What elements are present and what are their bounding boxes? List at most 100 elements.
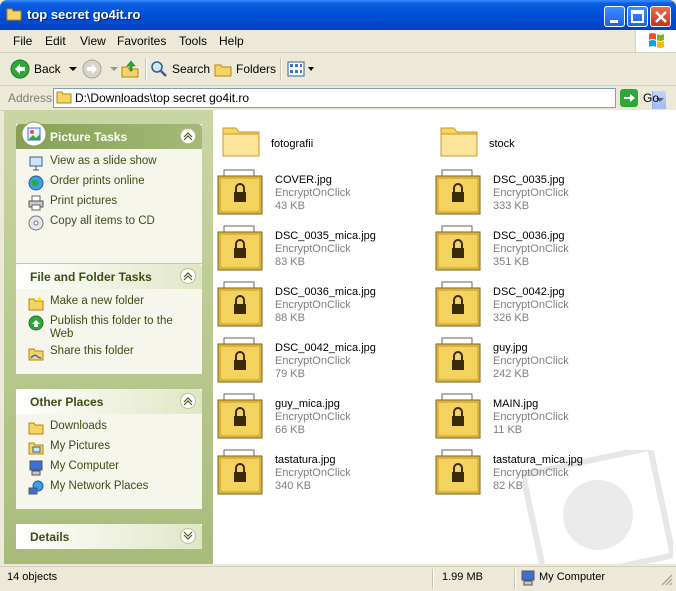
globe-icon	[28, 175, 44, 191]
title-bar[interactable]: top secret go4it.ro	[0, 0, 676, 30]
menu-tools[interactable]: Tools	[179, 34, 207, 48]
go-button[interactable]: Go	[620, 88, 659, 108]
file-item[interactable]: DSC_0035_mica.jpg EncryptOnClick 83 KB	[217, 224, 427, 280]
status-divider	[432, 569, 434, 589]
task-new-folder[interactable]: Make a new folder	[28, 295, 202, 315]
file-size: 43 KB	[275, 200, 305, 212]
file-type: EncryptOnClick	[275, 299, 351, 311]
views-button[interactable]	[287, 57, 315, 81]
status-bar: 14 objects 1.99 MB My Computer	[0, 566, 676, 591]
file-size: 66 KB	[275, 424, 305, 436]
place-label: My Computer	[50, 460, 120, 472]
file-item[interactable]: guy.jpg EncryptOnClick 242 KB	[435, 336, 645, 392]
file-item[interactable]: DSC_0035.jpg EncryptOnClick 333 KB	[435, 168, 645, 224]
file-item[interactable]: COVER.jpg EncryptOnClick 43 KB	[217, 168, 427, 224]
file-list-view[interactable]: fotografii stock COVER.jpg EncryptOnClick…	[213, 110, 676, 564]
file-folder-tasks-header[interactable]: File and Folder Tasks	[16, 264, 202, 289]
file-type: EncryptOnClick	[275, 467, 351, 479]
file-type: EncryptOnClick	[493, 355, 569, 367]
task-pane: Picture Tasks View as a slide show Order…	[4, 110, 213, 564]
forward-button[interactable]	[82, 57, 120, 81]
expand-chevron-icon[interactable]	[180, 528, 196, 544]
place-my-computer[interactable]: My Computer	[28, 460, 202, 480]
address-input[interactable]: D:\Downloads\top secret go4it.ro	[53, 88, 666, 109]
collapse-chevron-icon[interactable]	[180, 268, 196, 284]
task-slideshow[interactable]: View as a slide show	[28, 155, 202, 175]
task-label: Order prints online	[50, 175, 145, 187]
folder-icon	[6, 8, 22, 21]
file-size: 11 KB	[493, 424, 523, 436]
place-my-pictures[interactable]: My Pictures	[28, 440, 202, 460]
my-computer-icon	[29, 460, 43, 476]
encrypted-file-icon	[217, 449, 263, 495]
file-item[interactable]: guy_mica.jpg EncryptOnClick 66 KB	[217, 392, 427, 448]
encrypted-file-icon	[217, 169, 263, 215]
file-size: 340 KB	[275, 480, 312, 492]
file-type: EncryptOnClick	[275, 187, 351, 199]
menu-help[interactable]: Help	[219, 34, 244, 48]
folders-button[interactable]: Folders	[214, 57, 276, 81]
task-print-pictures[interactable]: Print pictures	[28, 195, 202, 215]
menu-edit[interactable]: Edit	[45, 34, 66, 48]
status-object-count: 14 objects	[7, 571, 58, 583]
other-places-body: Downloads My Pictures My Computer My Net…	[16, 414, 202, 506]
task-copy-to-cd[interactable]: Copy all items to CD	[28, 215, 202, 235]
up-folder-icon	[121, 60, 139, 78]
file-size: 326 KB	[493, 312, 530, 324]
toolbar-separator	[145, 58, 147, 80]
publish-web-icon	[28, 315, 44, 331]
place-downloads[interactable]: Downloads	[28, 420, 202, 440]
file-size: 88 KB	[275, 312, 305, 324]
task-order-prints[interactable]: Order prints online	[28, 175, 202, 195]
file-item[interactable]: tastatura_mica.jpg EncryptOnClick 82 KB	[435, 448, 645, 504]
minimize-button[interactable]	[604, 6, 625, 27]
my-pictures-icon	[28, 442, 44, 455]
encrypted-file-icon	[435, 169, 481, 215]
encrypted-file-icon	[435, 393, 481, 439]
file-item[interactable]: DSC_0042_mica.jpg EncryptOnClick 79 KB	[217, 336, 427, 392]
printer-icon	[28, 195, 44, 211]
folder-icon	[28, 422, 44, 435]
status-size: 1.99 MB	[442, 571, 483, 583]
file-name: MAIN.jpg	[493, 398, 539, 410]
chevron-down-icon[interactable]	[67, 63, 79, 75]
up-folder-button[interactable]	[120, 57, 140, 81]
collapse-chevron-icon[interactable]	[180, 128, 196, 144]
close-button[interactable]	[650, 6, 671, 27]
file-name: DSC_0035.jpg	[493, 174, 565, 186]
resize-grip-icon[interactable]	[660, 573, 674, 589]
file-item[interactable]: MAIN.jpg EncryptOnClick 11 KB	[435, 392, 645, 448]
file-folder-tasks-panel: File and Folder Tasks Make a new folder …	[16, 264, 202, 374]
task-share-folder[interactable]: Share this folder	[28, 345, 202, 365]
task-publish-web[interactable]: Publish this folder to the Web	[28, 315, 202, 345]
picture-tasks-header[interactable]: Picture Tasks	[16, 121, 202, 149]
back-button[interactable]: Back	[10, 57, 79, 81]
file-item[interactable]: DSC_0036_mica.jpg EncryptOnClick 88 KB	[217, 280, 427, 336]
address-bar: Address D:\Downloads\top secret go4it.ro…	[0, 86, 676, 111]
window-title: top secret go4it.ro	[27, 7, 141, 22]
standard-toolbar: Back Search Folders	[0, 53, 676, 86]
picture-tasks-panel: Picture Tasks View as a slide show Order…	[16, 121, 202, 263]
file-item[interactable]: DSC_0042.jpg EncryptOnClick 326 KB	[435, 280, 645, 336]
task-label: Print pictures	[50, 195, 118, 207]
menu-view[interactable]: View	[80, 34, 106, 48]
file-name: DSC_0042.jpg	[493, 286, 565, 298]
place-label: My Pictures	[50, 440, 111, 452]
details-header[interactable]: Details	[16, 524, 202, 549]
menu-file[interactable]: File	[13, 34, 32, 48]
encrypted-file-icon	[217, 225, 263, 271]
menu-favorites[interactable]: Favorites	[117, 34, 166, 48]
maximize-button[interactable]	[627, 6, 648, 27]
place-my-network-places[interactable]: My Network Places	[28, 480, 202, 500]
chevron-down-icon[interactable]	[108, 63, 120, 75]
search-button[interactable]: Search	[150, 57, 210, 81]
back-label: Back	[34, 62, 61, 76]
other-places-header[interactable]: Other Places	[16, 389, 202, 414]
chevron-down-icon[interactable]	[307, 63, 315, 75]
file-item[interactable]: DSC_0036.jpg EncryptOnClick 351 KB	[435, 224, 645, 280]
collapse-chevron-icon[interactable]	[180, 393, 196, 409]
picture-tasks-icon	[21, 121, 47, 147]
file-item[interactable]: tastatura.jpg EncryptOnClick 340 KB	[217, 448, 427, 504]
file-name: guy.jpg	[493, 342, 528, 354]
file-name: DSC_0036.jpg	[493, 230, 565, 242]
